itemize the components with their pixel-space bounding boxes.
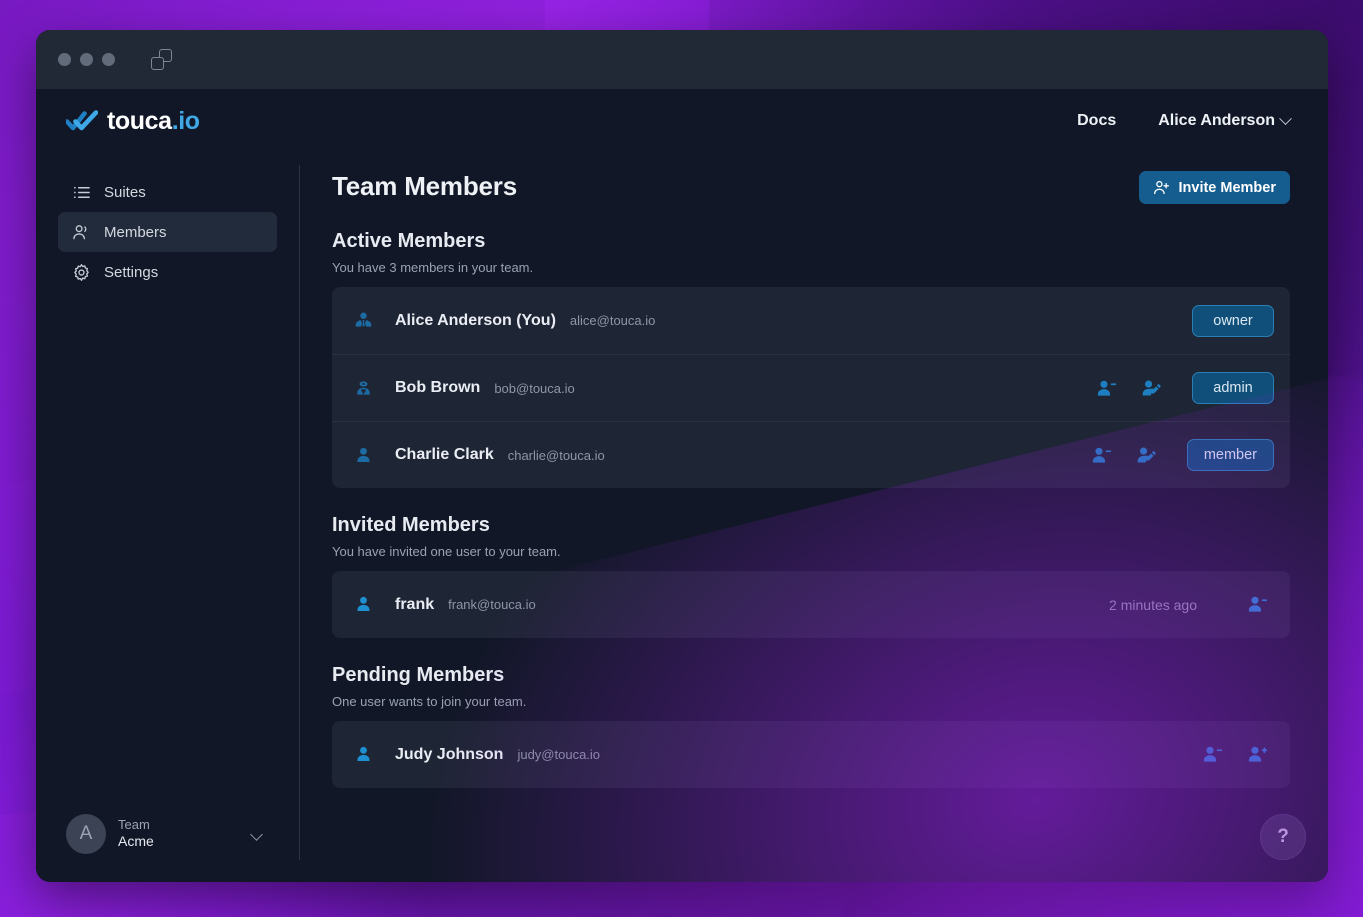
sidebar-item-members[interactable]: Members (58, 212, 277, 252)
copy-tabs-icon[interactable] (151, 48, 173, 71)
sidebar-item-suites[interactable]: Suites (58, 172, 277, 212)
user-plus-icon (1153, 180, 1169, 195)
users-icon (73, 224, 87, 239)
brand-logo[interactable]: touca.io (66, 107, 200, 136)
accept-request-button[interactable] (1241, 738, 1274, 771)
section-title-pending: Pending Members (332, 664, 505, 686)
chevron-down-icon (1279, 111, 1292, 125)
role-badge-owner[interactable]: owner (1192, 304, 1274, 337)
chevron-down-icon (250, 827, 263, 841)
sidebar-item-label: Settings (104, 263, 159, 281)
remove-member-button[interactable] (1085, 439, 1118, 472)
invite-member-button[interactable]: Invite Member (1138, 171, 1290, 204)
user-icon (357, 596, 370, 611)
user-menu-label: Alice Anderson (1158, 112, 1275, 129)
member-name: Judy Johnson (395, 745, 504, 763)
member-name: frank (395, 595, 435, 613)
invite-member-label: Invite Member (1178, 179, 1277, 196)
app-body: touca.io Docs Alice Anderson Suites Memb… (36, 89, 1328, 882)
sidebar: Suites Members Settings A Team Acme (36, 153, 299, 882)
member-name: Charlie Clark (395, 446, 494, 463)
role-badge-member[interactable]: member (1186, 439, 1274, 471)
team-switcher[interactable]: A Team Acme (58, 808, 277, 860)
close-button[interactable] (58, 53, 71, 66)
section-title-invited: Invited Members (332, 514, 490, 536)
list-icon (73, 186, 90, 198)
row-actions (1090, 372, 1168, 405)
user-edit-icon (1142, 380, 1161, 396)
app-topbar: touca.io Docs Alice Anderson (36, 89, 1328, 153)
user-icon (357, 746, 370, 761)
pending-members-card: Judy Johnson judy@touca.io (332, 721, 1290, 788)
role-badge-admin[interactable]: admin (1192, 372, 1274, 404)
member-email: charlie@touca.io (507, 447, 605, 463)
table-row[interactable]: Charlie Clark charlie@touca.io member (332, 421, 1290, 488)
section-subtitle-pending: One user wants to join your team. (332, 694, 527, 709)
member-email: judy@touca.io (517, 747, 601, 762)
section-subtitle-invited: You have invited one user to your team. (332, 544, 561, 559)
minimize-button[interactable] (80, 53, 93, 66)
row-actions (1085, 439, 1163, 472)
content-area: Team Members Invite Member Active Member… (300, 153, 1328, 882)
invited-time: 2 minutes ago (1109, 596, 1197, 613)
user-minus-icon (1097, 380, 1117, 396)
edit-member-button[interactable] (1135, 372, 1168, 405)
docs-link[interactable]: Docs (1077, 112, 1116, 130)
reject-request-button[interactable] (1196, 738, 1229, 771)
rescind-invite-button[interactable] (1241, 588, 1274, 621)
topbar-right: Docs Alice Anderson (1077, 111, 1292, 130)
double-check-logo-icon (66, 110, 98, 131)
sidebar-item-settings[interactable]: Settings (58, 252, 277, 292)
app-window: touca.io Docs Alice Anderson Suites Memb… (36, 30, 1328, 882)
user-edit-icon (1137, 447, 1156, 463)
row-actions (1196, 738, 1274, 771)
table-row[interactable]: Bob Brown bob@touca.io admin (332, 354, 1290, 421)
brand-name: touca.io (107, 106, 200, 135)
main-split: Suites Members Settings A Team Acme Team… (36, 153, 1328, 882)
team-switcher-label: Team (118, 817, 150, 833)
section-title-active: Active Members (332, 230, 486, 252)
member-email: alice@touca.io (569, 313, 656, 328)
user-minus-icon (1203, 746, 1223, 762)
edit-member-button[interactable] (1130, 439, 1163, 472)
invited-members-card: frank frank@touca.io 2 minutes ago (332, 571, 1290, 638)
help-button[interactable]: ? (1260, 814, 1306, 860)
team-avatar: A (66, 814, 106, 854)
page-title: Team Members (332, 171, 517, 201)
table-row[interactable]: frank frank@touca.io 2 minutes ago (332, 571, 1290, 638)
team-meta: Team Acme (118, 817, 154, 851)
user-icon (357, 447, 370, 462)
user-menu[interactable]: Alice Anderson (1158, 111, 1292, 130)
user-tie-icon (355, 312, 372, 327)
member-email: bob@touca.io (494, 380, 575, 396)
desktop-background: touca.io Docs Alice Anderson Suites Memb… (0, 0, 1363, 917)
member-name: Alice Anderson (You) (395, 311, 556, 329)
window-titlebar (36, 30, 1328, 89)
table-row[interactable]: Judy Johnson judy@touca.io (332, 721, 1290, 788)
member-email: frank@touca.io (448, 597, 536, 612)
member-name: Bob Brown (395, 379, 481, 396)
maximize-button[interactable] (102, 53, 115, 66)
user-cog-icon (357, 380, 370, 395)
gear-icon (74, 263, 89, 281)
user-minus-icon (1248, 596, 1268, 612)
table-row[interactable]: Alice Anderson (You) alice@touca.io owne… (332, 287, 1290, 354)
remove-member-button[interactable] (1090, 372, 1123, 405)
sidebar-item-label: Members (104, 223, 167, 241)
user-plus-icon (1248, 746, 1268, 762)
user-minus-icon (1092, 447, 1111, 463)
page-header: Team Members Invite Member (332, 171, 1290, 204)
team-switcher-name: Acme (118, 833, 154, 850)
sidebar-item-label: Suites (104, 183, 146, 201)
active-members-card: Alice Anderson (You) alice@touca.io owne… (332, 287, 1290, 488)
section-subtitle-active: You have 3 members in your team. (332, 260, 534, 275)
